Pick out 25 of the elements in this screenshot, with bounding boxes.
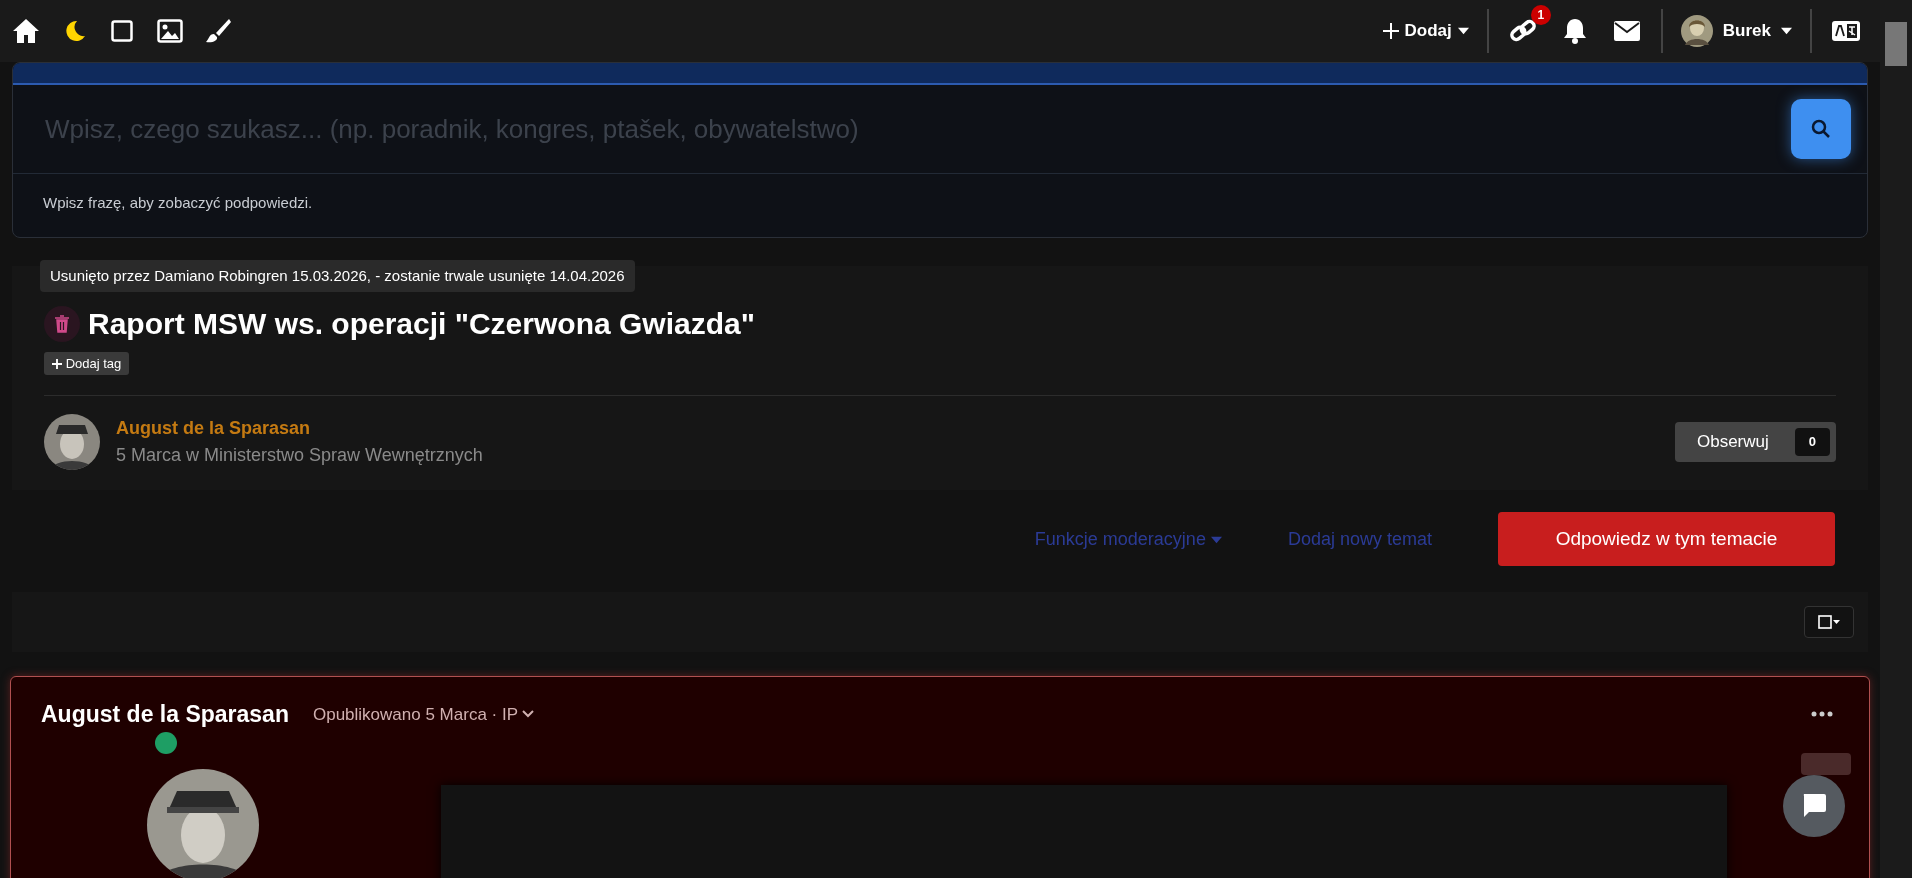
checkbox-caret-icon xyxy=(1818,615,1840,629)
select-menu-button[interactable] xyxy=(1804,606,1854,638)
post-author[interactable]: August de la Sparasan xyxy=(41,697,289,732)
chevron-down-icon xyxy=(522,710,534,719)
tooltip: Usunięto przez Damiano Robingren 15.03.2026, - zostanie trwale usunięte 14.04.2026 xyxy=(40,259,635,292)
caret-icon xyxy=(1210,535,1222,544)
follow-button[interactable]: Obserwuj 0 xyxy=(1674,422,1836,462)
caret-icon xyxy=(1781,27,1792,35)
topic-meta: 5 Marca w Ministerstwo Spraw Wewnętrznych xyxy=(116,444,484,467)
scrollbar-thumb[interactable] xyxy=(1885,22,1907,66)
search-hint: Wpisz frazę, aby zobaczyć podpowiedzi. xyxy=(42,193,314,213)
search-icon xyxy=(1811,119,1831,139)
add-tag-button[interactable]: Dodaj tag xyxy=(44,351,130,375)
post-date-button[interactable]: Opublikowano 5 Marca · IP xyxy=(312,701,534,727)
chat-icon xyxy=(1801,793,1827,819)
plus-icon xyxy=(1382,23,1399,39)
author-link[interactable]: August de la Sparasan xyxy=(116,415,1659,442)
notification-count: 1 xyxy=(1530,5,1551,25)
user-menu-button[interactable]: Burek xyxy=(1680,15,1792,47)
reply-button[interactable]: Odpowiedz w tym temacie xyxy=(1498,512,1835,566)
plus-icon xyxy=(52,359,62,370)
topic-title: Raport MSW ws. operacji "Czerwona Gwiazda" xyxy=(88,305,755,342)
caret-icon xyxy=(1457,27,1469,35)
search-button[interactable] xyxy=(1791,99,1851,159)
add-menu-button[interactable]: Dodaj xyxy=(1382,18,1469,44)
